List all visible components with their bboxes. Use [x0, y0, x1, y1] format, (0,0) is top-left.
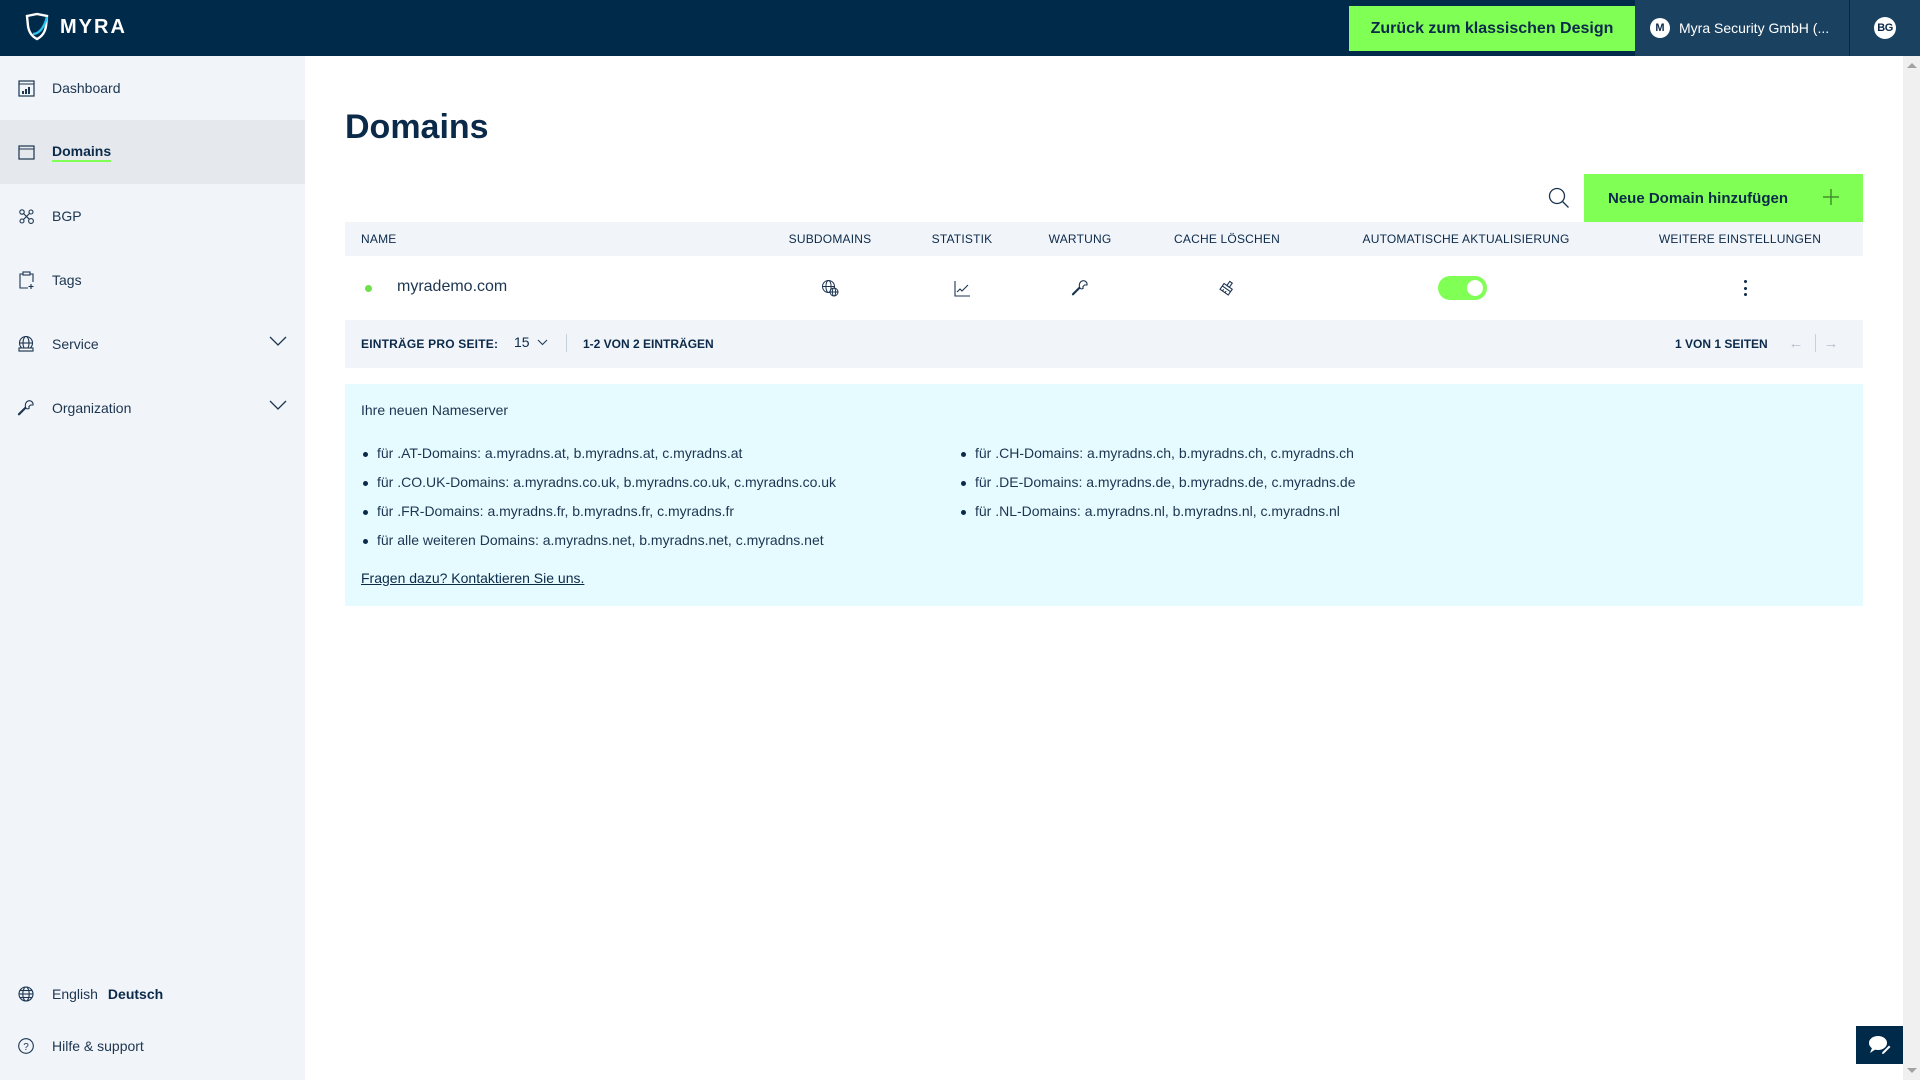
domain-name-link[interactable]: myrademo.com	[397, 278, 507, 296]
sidebar-item-domains[interactable]: Domains	[0, 120, 305, 184]
pagination-bar: EINTRÄGE PRO SEITE: 15 1-2 VON 2 EINTRÄG…	[345, 320, 1863, 368]
entries-range: 1-2 VON 2 EINTRÄGEN	[583, 337, 714, 351]
arrow-left-icon[interactable]: ←	[1787, 333, 1805, 353]
scroll-up-arrow[interactable]	[1907, 63, 1917, 68]
nameserver-info-box: Ihre neuen Nameserver für .AT-Domains: a…	[345, 384, 1863, 606]
organization-avatar: M	[1650, 18, 1670, 38]
sidebar: Dashboard Domains BGP Tags Service Organ…	[0, 56, 305, 1080]
add-domain-button[interactable]: Neue Domain hinzufügen	[1584, 174, 1863, 222]
organization-name: Myra Security GmbH (...	[1679, 20, 1830, 36]
sidebar-item-tags[interactable]: Tags	[0, 248, 305, 312]
toggle-knob	[1467, 280, 1483, 296]
list-item: für .CH-Domains: a.myradns.ch, b.myradns…	[959, 445, 1355, 474]
language-switcher: English Deutsch	[0, 968, 305, 1020]
divider	[566, 334, 567, 352]
chevron-down-icon	[537, 339, 547, 345]
sidebar-item-label: Tags	[52, 272, 82, 288]
language-english[interactable]: English	[52, 986, 98, 1002]
sidebar-item-label: Domains	[52, 143, 112, 162]
subdomains-globe-icon[interactable]	[819, 277, 841, 299]
per-page-select[interactable]: 15	[514, 334, 548, 350]
domains-table-header: Name Subdomains Statistik Wartung Cache …	[345, 222, 1863, 256]
sidebar-item-bgp[interactable]: BGP	[0, 184, 305, 248]
user-menu-button[interactable]: BG	[1850, 0, 1920, 56]
sidebar-footer: English Deutsch ? Hilfe & support	[0, 968, 305, 1080]
nameserver-title: Ihre neuen Nameserver	[361, 402, 509, 418]
svg-text:?: ?	[23, 1042, 29, 1053]
sidebar-item-organization[interactable]: Organization	[0, 376, 305, 440]
table-row[interactable]: myrademo.com	[345, 256, 1863, 320]
sidebar-item-label: BGP	[52, 208, 82, 224]
per-page-value: 15	[514, 334, 530, 350]
column-header-statistik: Statistik	[931, 232, 993, 246]
list-item: für .NL-Domains: a.myradns.nl, b.myradns…	[959, 503, 1355, 532]
help-support-link[interactable]: ? Hilfe & support	[0, 1020, 305, 1072]
column-header-weitere-einstellungen: Weitere Einstellungen	[1658, 232, 1822, 246]
help-support-label: Hilfe & support	[52, 1038, 144, 1054]
list-item: für .FR-Domains: a.myradns.fr, b.myradns…	[361, 503, 836, 532]
sidebar-item-label: Service	[52, 336, 99, 352]
wrench-icon	[17, 399, 35, 417]
question-circle-icon: ?	[17, 1037, 35, 1055]
browser-window-icon	[17, 143, 35, 161]
status-indicator	[365, 285, 372, 292]
clipboard-plus-icon	[17, 271, 35, 289]
sidebar-item-label: Dashboard	[52, 80, 121, 96]
search-icon[interactable]	[1548, 187, 1570, 209]
arrow-right-icon[interactable]: →	[1822, 333, 1840, 353]
scroll-down-arrow[interactable]	[1907, 1068, 1917, 1073]
chevron-down-icon[interactable]	[269, 400, 287, 410]
dashboard-icon	[17, 79, 35, 97]
clear-cache-brush-icon[interactable]	[1216, 277, 1238, 299]
user-avatar: BG	[1874, 17, 1896, 39]
column-header-auto-update: Automatische Aktualisierung	[1362, 232, 1570, 246]
column-header-wartung: Wartung	[1048, 232, 1112, 246]
chevron-down-icon[interactable]	[269, 336, 287, 346]
myra-logo[interactable]: MYRA	[24, 12, 127, 42]
auto-update-toggle[interactable]	[1438, 276, 1487, 300]
maintenance-wrench-icon[interactable]	[1069, 277, 1091, 299]
globe-icon	[17, 985, 35, 1003]
network-nodes-icon	[17, 207, 35, 225]
contact-link[interactable]: Fragen dazu? Kontaktieren Sie uns.	[361, 570, 584, 586]
add-domain-label: Neue Domain hinzufügen	[1608, 189, 1788, 207]
top-bar: MYRA Zurück zum klassischen Design M Myr…	[0, 0, 1920, 56]
sidebar-item-dashboard[interactable]: Dashboard	[0, 56, 305, 120]
list-item: für .CO.UK-Domains: a.myradns.co.uk, b.m…	[361, 474, 836, 503]
sidebar-item-label: Organization	[52, 400, 132, 416]
statistics-chart-icon[interactable]	[951, 277, 973, 299]
column-header-subdomains: Subdomains	[788, 232, 872, 246]
more-options-icon[interactable]	[1740, 278, 1750, 298]
page-title: Domains	[345, 108, 489, 146]
list-item: für .AT-Domains: a.myradns.at, b.myradns…	[361, 445, 836, 474]
shield-logo-icon	[25, 12, 49, 41]
nameserver-list-left: für .AT-Domains: a.myradns.at, b.myradns…	[361, 445, 836, 561]
language-deutsch[interactable]: Deutsch	[108, 986, 163, 1002]
globe-service-icon	[17, 335, 35, 353]
per-page-label: EINTRÄGE PRO SEITE:	[361, 337, 499, 351]
divider	[1815, 334, 1816, 352]
list-item: für .DE-Domains: a.myradns.de, b.myradns…	[959, 474, 1355, 503]
logo-text: MYRA	[60, 15, 127, 38]
column-header-cache-loeschen: Cache löschen	[1174, 232, 1280, 246]
list-item: für alle weiteren Domains: a.myradns.net…	[361, 532, 836, 561]
sidebar-item-service[interactable]: Service	[0, 312, 305, 376]
plus-icon	[1823, 189, 1839, 205]
chat-bubble-icon	[1869, 1036, 1892, 1056]
pages-indicator: 1 VON 1 SEITEN	[1675, 337, 1768, 351]
nameserver-list-right: für .CH-Domains: a.myradns.ch, b.myradns…	[959, 445, 1355, 532]
column-header-name[interactable]: Name	[361, 222, 396, 256]
organization-switcher[interactable]: M Myra Security GmbH (...	[1635, 0, 1849, 56]
page-scrollbar[interactable]	[1903, 56, 1920, 1080]
chat-widget-button[interactable]	[1856, 1026, 1904, 1064]
classic-design-button[interactable]: Zurück zum klassischen Design	[1349, 6, 1635, 51]
